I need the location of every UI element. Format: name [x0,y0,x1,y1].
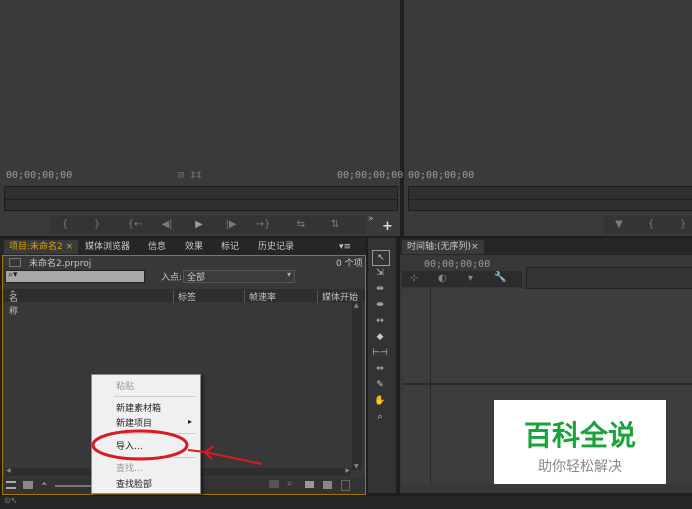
status-icon: ⊙↖ [4,496,18,505]
timeline-timecode[interactable]: 00;00;00;00 [424,259,490,270]
snap-icon[interactable]: ⊹ [410,273,418,284]
watermark-box: 百科全说 助你轻松解决 [494,400,666,484]
slip-tool-icon[interactable]: ⊢⊣ [372,346,388,360]
annotation-arrow [187,445,263,465]
status-bar: ⊙↖ [0,496,692,509]
tools-panel: ↖ ⇲ ⇹ ⇼ ↔ ◆ ⊢⊣ ⇔ ✎ ✋ ⌕ [368,238,396,493]
watermark-title: 百科全说 [523,419,636,452]
timeline-ruler[interactable] [526,267,692,289]
pen-tool-icon[interactable]: ✎ [372,378,388,392]
razor-tool-icon[interactable]: ◆ [372,330,388,344]
ripple-edit-tool-icon[interactable]: ⇹ [372,282,388,296]
zoom-tool-icon[interactable]: ⌕ [372,410,388,424]
selection-tool-icon[interactable]: ↖ [372,250,390,266]
rate-stretch-tool-icon[interactable]: ↔ [372,314,388,328]
linked-selection-icon[interactable]: ◐ [438,273,447,284]
add-marker-icon[interactable]: ▾ [468,273,473,284]
tab-timeline[interactable]: 时间轴:(无序列)× [402,240,484,254]
hand-tool-icon[interactable]: ✋ [372,394,388,408]
slide-tool-icon[interactable]: ⇔ [372,362,388,376]
video-track-area[interactable] [402,289,692,385]
track-divider [430,385,431,485]
timeline-tabs: 时间轴:(无序列)× [400,238,692,255]
track-select-tool-icon[interactable]: ⇲ [372,266,388,280]
wrench-icon[interactable]: 🔧 [494,272,506,283]
timeline-toolbar: ⊹ ◐ ▾ 🔧 [402,271,522,287]
watermark-subtitle: 助你轻松解决 [538,459,622,475]
track-divider [430,289,431,383]
rolling-edit-tool-icon[interactable]: ⇼ [372,298,388,312]
annotation-ellipse [91,429,189,461]
